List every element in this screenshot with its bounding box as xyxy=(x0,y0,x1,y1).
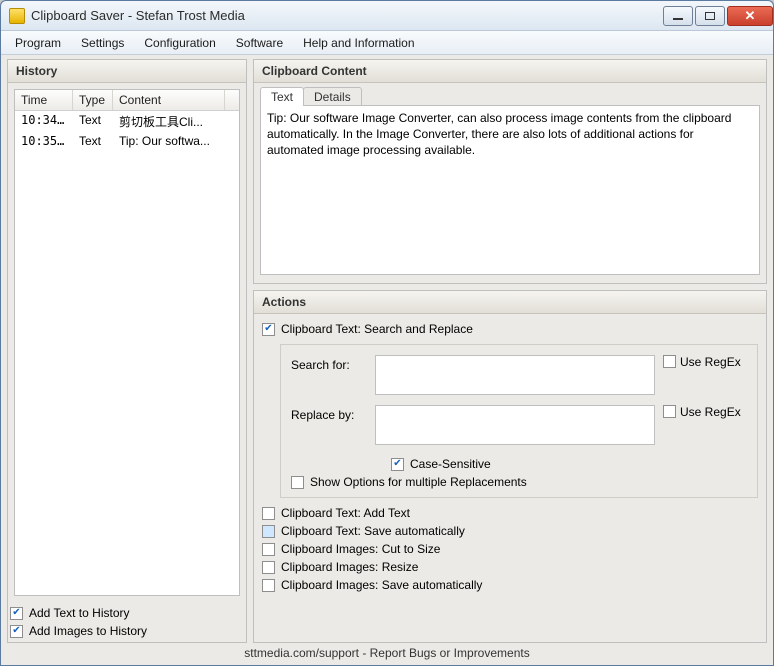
menu-program[interactable]: Program xyxy=(5,33,71,53)
checkbox-icon xyxy=(391,458,404,471)
table-row[interactable]: 10:34:12 Text 剪切板工具Cli... xyxy=(15,111,239,132)
checkbox-icon xyxy=(291,476,304,489)
opt-add-images[interactable]: Add Images to History xyxy=(10,622,244,640)
menu-help[interactable]: Help and Information xyxy=(293,33,424,53)
history-rows: 10:34:12 Text 剪切板工具Cli... 10:35:24 Text … xyxy=(15,111,239,595)
label-replace-by: Replace by: xyxy=(291,405,367,422)
checkbox-icon xyxy=(262,579,275,592)
checkbox-icon xyxy=(262,543,275,556)
action-save-auto-text[interactable]: Clipboard Text: Save automatically xyxy=(262,522,758,540)
opt-add-text[interactable]: Add Text to History xyxy=(10,604,244,622)
checkbox-icon xyxy=(10,607,23,620)
opt-show-multi[interactable]: Show Options for multiple Replacements xyxy=(291,473,747,491)
search-input[interactable] xyxy=(375,355,655,395)
actions-panel: Actions Clipboard Text: Search and Repla… xyxy=(253,290,767,643)
clipboard-title: Clipboard Content xyxy=(254,60,766,83)
close-button[interactable]: ✕ xyxy=(727,6,773,26)
table-row[interactable]: 10:35:24 Text Tip: Our softwa... xyxy=(15,132,239,150)
titlebar[interactable]: Clipboard Saver - Stefan Trost Media ✕ xyxy=(1,1,773,31)
checkbox-icon xyxy=(262,561,275,574)
label-search-for: Search for: xyxy=(291,355,367,372)
client-area: History Time Type Content 10:34:12 Te xyxy=(1,55,773,665)
menu-software[interactable]: Software xyxy=(226,33,293,53)
checkbox-icon xyxy=(10,625,23,638)
action-search-replace[interactable]: Clipboard Text: Search and Replace xyxy=(262,320,758,338)
clipboard-panel: Clipboard Content Text Details xyxy=(253,59,767,284)
window-title: Clipboard Saver - Stefan Trost Media xyxy=(31,8,661,23)
minimize-button[interactable] xyxy=(663,6,693,26)
opt-case-sensitive[interactable]: Case-Sensitive xyxy=(391,455,747,473)
checkbox-icon xyxy=(262,323,275,336)
replace-input[interactable] xyxy=(375,405,655,445)
col-time[interactable]: Time xyxy=(15,90,73,110)
checkbox-icon xyxy=(262,507,275,520)
tab-details[interactable]: Details xyxy=(303,87,362,106)
checkbox-regex-search[interactable] xyxy=(663,355,676,368)
app-window: Clipboard Saver - Stefan Trost Media ✕ P… xyxy=(0,0,774,666)
col-content[interactable]: Content xyxy=(113,90,225,110)
app-icon xyxy=(9,8,25,24)
action-add-text[interactable]: Clipboard Text: Add Text xyxy=(262,504,758,522)
menubar: Program Settings Configuration Software … xyxy=(1,31,773,55)
action-cut-size[interactable]: Clipboard Images: Cut to Size xyxy=(262,540,758,558)
col-type[interactable]: Type xyxy=(73,90,113,110)
menu-configuration[interactable]: Configuration xyxy=(134,33,225,53)
status-bar: sttmedia.com/support - Report Bugs or Im… xyxy=(7,643,767,663)
action-resize[interactable]: Clipboard Images: Resize xyxy=(262,558,758,576)
menu-settings[interactable]: Settings xyxy=(71,33,134,53)
search-replace-group: Search for: Use RegEx Replace by: Use Re… xyxy=(280,344,758,498)
actions-title: Actions xyxy=(254,291,766,314)
history-panel: History Time Type Content 10:34:12 Te xyxy=(7,59,247,643)
maximize-button[interactable] xyxy=(695,6,725,26)
history-table[interactable]: Time Type Content 10:34:12 Text 剪切板工具Cli… xyxy=(14,89,240,596)
action-save-auto-img[interactable]: Clipboard Images: Save automatically xyxy=(262,576,758,594)
tab-text[interactable]: Text xyxy=(260,87,304,106)
clipboard-text[interactable] xyxy=(260,105,760,275)
col-pad xyxy=(225,90,239,110)
checkbox-regex-replace[interactable] xyxy=(663,405,676,418)
checkbox-icon xyxy=(262,525,275,538)
history-title: History xyxy=(8,60,246,83)
